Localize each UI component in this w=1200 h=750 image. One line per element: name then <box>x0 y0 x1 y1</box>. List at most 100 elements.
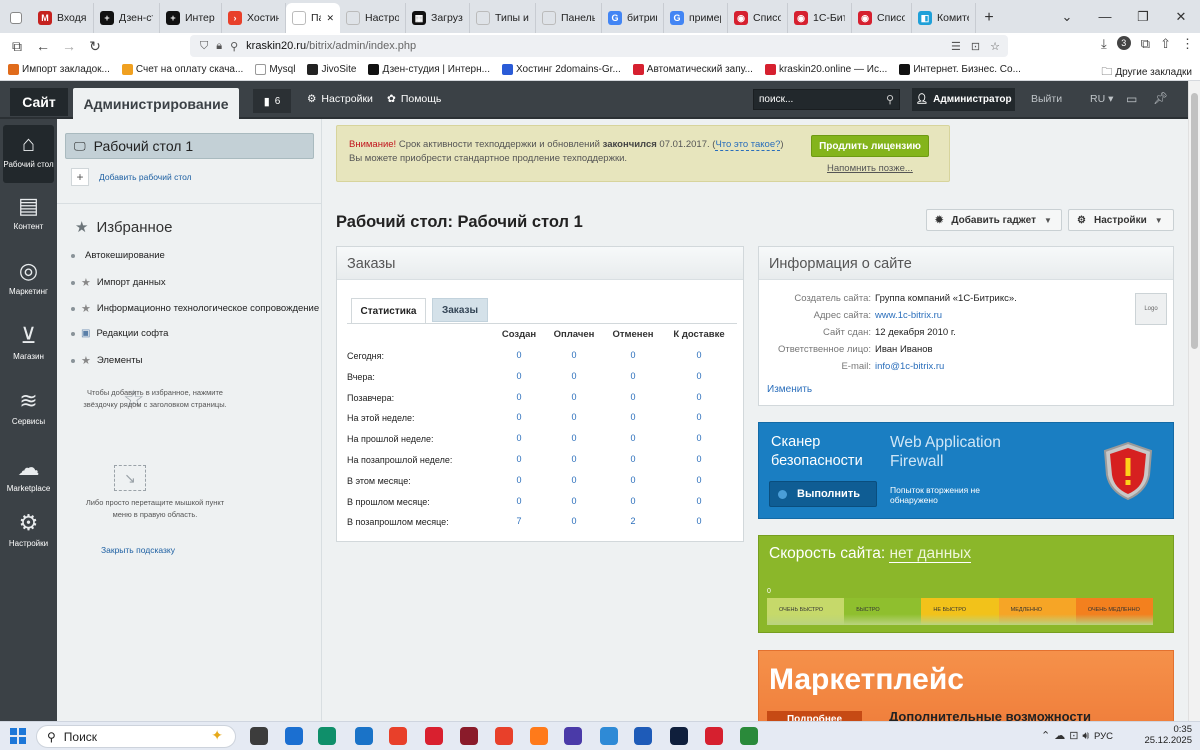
orders-cell-link[interactable]: 0 <box>669 371 729 381</box>
input-language[interactable]: РУС <box>1094 731 1113 742</box>
orders-cell-link[interactable]: 0 <box>544 516 604 526</box>
site-info-title[interactable]: Информация о сайте <box>759 247 1173 280</box>
orders-cell-link[interactable]: 0 <box>603 433 663 443</box>
browser-tab[interactable]: ◉ Список с <box>852 3 912 33</box>
orders-cell-link[interactable]: 0 <box>489 392 549 402</box>
close-window-icon[interactable]: ✕ <box>1162 9 1200 25</box>
bookmark-item[interactable]: Автоматический запу... <box>632 64 753 75</box>
forward-icon[interactable]: → <box>56 38 82 54</box>
header-settings-button[interactable]: ⚙ Настройки <box>307 93 373 105</box>
browser-tab[interactable]: ◉ Список с <box>728 3 788 33</box>
admin-mode-button[interactable]: Администрирование <box>73 88 239 119</box>
taskbar-app-icon[interactable] <box>389 727 407 745</box>
tray-icons[interactable]: ⌃☁⊡🔊︎ <box>1041 729 1093 743</box>
orders-cell-link[interactable]: 0 <box>669 516 729 526</box>
orders-title[interactable]: Заказы <box>337 247 743 280</box>
rail-item-gear[interactable]: ⚙ Настройки <box>0 504 57 562</box>
taskbar-app-icon[interactable] <box>634 727 652 745</box>
orders-cell-link[interactable]: 0 <box>544 454 604 464</box>
browser-tab[interactable]: Gпримеры <box>664 3 728 33</box>
bookmark-item[interactable]: Счет на оплату скача... <box>121 64 243 75</box>
browser-tab[interactable]: Панель упра <box>536 3 602 33</box>
scrollbar-thumb[interactable] <box>1191 93 1198 349</box>
logout-link[interactable]: Выйти <box>1031 93 1062 105</box>
taskbar-search[interactable]: ⚲ Поиск ✦ <box>36 725 236 748</box>
orders-cell-link[interactable]: 0 <box>489 475 549 485</box>
share-icon[interactable]: ⇧ <box>1160 36 1171 52</box>
site-info-link[interactable]: info@1c-bitrix.ru <box>875 361 944 372</box>
page-scrollbar[interactable] <box>1188 81 1200 721</box>
notifications-button[interactable]: ▮ 6 <box>253 89 291 113</box>
run-scan-button[interactable]: Выполнить <box>769 481 877 507</box>
orders-cell-link[interactable]: 0 <box>603 392 663 402</box>
orders-cell-link[interactable]: 0 <box>603 454 663 464</box>
bookmark-item[interactable]: Дзен-студия | Интерн... <box>368 64 490 75</box>
orders-cell-link[interactable]: 0 <box>544 350 604 360</box>
clock[interactable]: 0:35 25.12.2025 <box>1144 724 1192 746</box>
sidebar-toggle-icon[interactable]: ⧉ <box>4 38 30 55</box>
reader-view-icon[interactable]: ☰ <box>951 40 961 53</box>
browser-tab[interactable]: ◧ Комитек <box>912 3 976 33</box>
orders-cell-link[interactable]: 0 <box>489 454 549 464</box>
orders-cell-link[interactable]: 0 <box>544 475 604 485</box>
browser-tab[interactable]: Настройки м <box>340 3 406 33</box>
bookmark-item[interactable]: Импорт закладок... <box>8 64 110 75</box>
reload-icon[interactable]: ↻ <box>82 38 108 55</box>
language-selector[interactable]: RU ▾ <box>1090 93 1113 105</box>
add-gadget-button[interactable]: ✹ Добавить гаджет ▼ <box>926 209 1062 231</box>
rail-item-target[interactable]: ◎ Маркетинг <box>0 252 57 310</box>
windows-start-icon[interactable] <box>10 728 26 744</box>
search-icon[interactable]: ⚲ <box>886 93 894 106</box>
orders-cell-link[interactable]: 0 <box>489 496 549 506</box>
orders-cell-link[interactable]: 0 <box>669 454 729 464</box>
taskbar-app-icon[interactable] <box>670 727 688 745</box>
site-mode-button[interactable]: Сайт <box>10 88 68 116</box>
orders-cell-link[interactable]: 0 <box>544 412 604 422</box>
tab-dropdown-icon[interactable]: ⌄ <box>1048 9 1086 25</box>
orders-cell-link[interactable]: 0 <box>544 371 604 381</box>
restore-icon[interactable]: ❐ <box>1124 9 1162 25</box>
close-tab-icon[interactable]: ✕ <box>326 13 334 24</box>
new-tab-button[interactable]: + <box>976 3 1002 33</box>
browser-tab[interactable]: ▦ Загрузит <box>406 3 470 33</box>
browser-tab[interactable]: › Хостинг <box>222 3 286 33</box>
orders-cell-link[interactable]: 0 <box>489 433 549 443</box>
lock-icon[interactable]: 🔒︎ <box>216 40 222 53</box>
taskbar-app-icon[interactable] <box>564 727 582 745</box>
taskbar-app-icon[interactable] <box>705 727 723 745</box>
orders-cell-link[interactable]: 0 <box>544 433 604 443</box>
orders-cell-link[interactable]: 0 <box>669 475 729 485</box>
extensions-icon[interactable]: ⧉ <box>1141 36 1150 52</box>
browser-tab[interactable]: Gбитрикс <box>602 3 664 33</box>
downloads-icon[interactable]: ⤓ <box>1101 36 1107 52</box>
remind-later-link[interactable]: Напомнить позже... <box>827 163 913 174</box>
orders-cell-link[interactable]: 0 <box>669 392 729 402</box>
what-is-it-link[interactable]: Что это такое? <box>715 139 781 151</box>
layout-toggle-icon[interactable]: ▭ <box>1126 92 1137 106</box>
taskbar-app-icon[interactable] <box>740 727 758 745</box>
orders-cell-link[interactable]: 0 <box>489 350 549 360</box>
taskbar-app-icon[interactable] <box>318 727 336 745</box>
other-bookmarks[interactable]: 🗀︎ Другие закладки <box>1101 63 1192 82</box>
taskbar-app-icon[interactable] <box>425 727 443 745</box>
account-badge[interactable]: 3 <box>1116 36 1131 50</box>
bookmark-item[interactable]: Хостинг 2domains-Gr... <box>501 64 621 75</box>
bookmark-item[interactable]: kraskin20.online — Ис... <box>764 64 887 75</box>
favorite-item[interactable]: ★ Элементы <box>71 354 142 367</box>
minimize-icon[interactable]: — <box>1086 9 1124 24</box>
favorite-item[interactable]: ★ Информационно технологическое сопровожд… <box>71 302 319 315</box>
desktop-settings-button[interactable]: ⚙ Настройки ▼ <box>1068 209 1174 231</box>
user-menu-button[interactable]: 👤︎ Администратор <box>912 88 1015 111</box>
tab-statistics[interactable]: Статистика <box>351 298 426 324</box>
favorite-item[interactable]: ▣ Редакции софта <box>71 328 168 339</box>
address-bar[interactable]: ⛉ 🔒︎ ⚲ kraskin20.ru/bitrix/admin/index.p… <box>190 35 1008 57</box>
rail-item-cloud-download[interactable]: ☁ Marketplace <box>0 449 57 507</box>
browser-tab[interactable]: Типы инфор <box>470 3 536 33</box>
browser-tab[interactable]: + Интерне <box>160 3 222 33</box>
browser-tab[interactable]: M Входящи <box>32 3 94 33</box>
orders-cell-link[interactable]: 0 <box>669 433 729 443</box>
taskbar-app-icon[interactable] <box>250 727 268 745</box>
browser-tab[interactable]: Панель уп ✕ <box>286 3 340 33</box>
browser-tab[interactable]: ◉ 1С-Битри <box>788 3 852 33</box>
taskbar-app-icon[interactable] <box>530 727 548 745</box>
